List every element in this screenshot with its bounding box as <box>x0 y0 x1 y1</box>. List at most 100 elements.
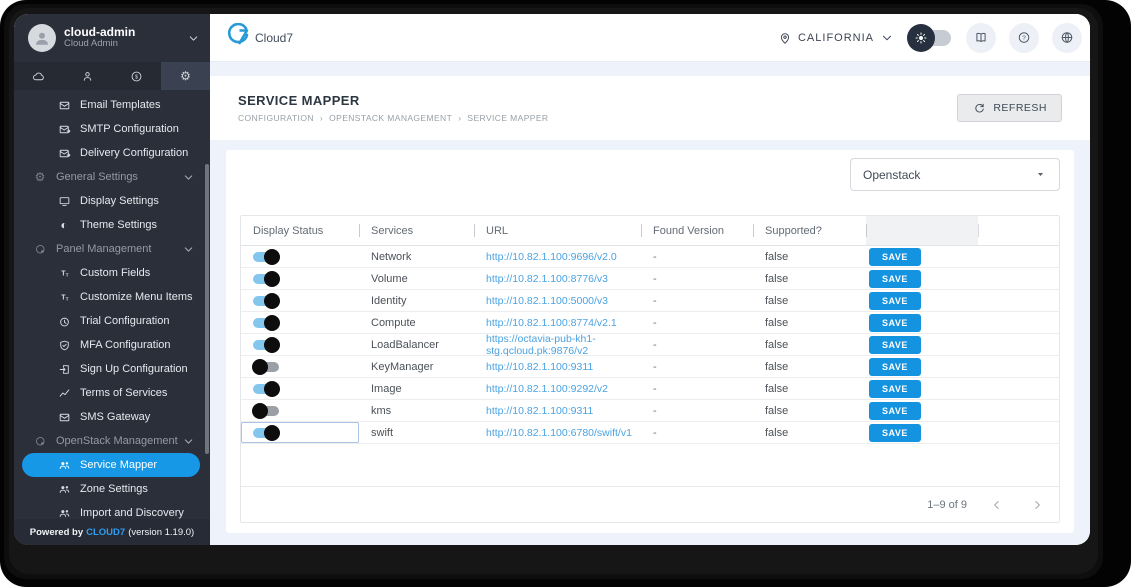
display-status-toggle[interactable] <box>253 424 280 441</box>
display-status-toggle[interactable] <box>253 292 280 309</box>
envelope-icon <box>57 410 71 424</box>
sidebar-item-service-mapper[interactable]: Service Mapper <box>22 453 200 477</box>
save-button[interactable]: SAVE <box>869 313 921 332</box>
sidebar-item-display-settings[interactable]: Display Settings <box>14 189 210 213</box>
sidebar-scrollbar[interactable] <box>205 164 209 454</box>
found-version: - <box>653 382 657 395</box>
service-url-link[interactable]: http://10.82.1.100:9696/v2.0 <box>486 251 617 263</box>
sidebar-item-sign-up-configuration[interactable]: Sign Up Configuration <box>14 357 210 381</box>
book-icon <box>974 31 988 45</box>
service-url-link[interactable]: https://octavia-pub-kh1-stg.qcloud.pk:98… <box>486 333 641 357</box>
sidebar-item-zone-settings[interactable]: Zone Settings <box>14 477 210 501</box>
chevron-left-icon <box>990 498 1004 512</box>
sidebar-item-trial-configuration[interactable]: Trial Configuration <box>14 309 210 333</box>
service-name: Compute <box>371 316 416 329</box>
sidebar-tab-settings[interactable]: ⚙ <box>161 62 210 90</box>
platform-dropdown[interactable]: Openstack <box>850 158 1060 191</box>
footer-brand-link[interactable]: CLOUD7 <box>86 527 125 538</box>
display-status-toggle[interactable] <box>253 380 280 397</box>
supported-value: false <box>765 382 789 395</box>
display-status-cell <box>241 422 359 443</box>
display-status-toggle[interactable] <box>253 314 280 331</box>
display-status-cell <box>241 356 359 377</box>
found-version: - <box>653 338 657 351</box>
service-name: Image <box>371 382 402 395</box>
sidebar-footer: Powered by CLOUD7 (version 1.19.0) <box>14 519 210 545</box>
docs-button[interactable] <box>966 22 996 53</box>
sidebar: cloud-admin Cloud Admin $ ⚙ Email Templat… <box>14 14 210 545</box>
envelope-out-icon <box>57 146 71 160</box>
save-button[interactable]: SAVE <box>869 335 921 354</box>
sidebar-item-general-settings[interactable]: ⚙ General Settings <box>14 165 210 189</box>
svg-text:$: $ <box>135 74 138 80</box>
header-separator <box>978 224 979 237</box>
cloud-icon <box>32 69 46 83</box>
display-status-toggle[interactable] <box>252 358 279 375</box>
service-url-link[interactable]: http://10.82.1.100:8776/v3 <box>486 273 608 285</box>
previous-page-button[interactable] <box>987 495 1007 515</box>
service-url-link[interactable]: http://10.82.1.100:9292/v2 <box>486 383 608 395</box>
save-button[interactable]: SAVE <box>869 291 921 310</box>
display-status-toggle[interactable] <box>253 248 280 265</box>
save-button[interactable]: SAVE <box>869 269 921 288</box>
actions-header-placeholder <box>866 216 978 245</box>
page-title: SERVICE MAPPER <box>238 93 360 108</box>
display-status-cell <box>241 378 359 399</box>
sidebar-item-terms-of-services[interactable]: Terms of Services <box>14 381 210 405</box>
toggle-thumb <box>264 424 280 441</box>
save-button[interactable]: SAVE <box>869 401 921 420</box>
toggle-thumb <box>264 314 280 331</box>
service-url-link[interactable]: http://10.82.1.100:5000/v3 <box>486 295 608 307</box>
dollar-icon: $ <box>130 69 144 83</box>
service-url-link[interactable]: http://10.82.1.100:6780/swift/v1 <box>486 427 632 439</box>
sidebar-user-chip[interactable]: cloud-admin Cloud Admin <box>14 14 210 62</box>
brand-name: Cloud7 <box>255 30 294 45</box>
language-button[interactable] <box>1052 22 1082 53</box>
sidebar-tab-cloud[interactable] <box>14 62 63 90</box>
save-button[interactable]: SAVE <box>869 247 921 266</box>
table-row-swift: swift http://10.82.1.100:6780/swift/v1 - fa… <box>241 422 1059 444</box>
caret-down-icon <box>1033 168 1047 182</box>
envelope-out-icon <box>57 122 71 136</box>
sidebar-item-delivery-configuration[interactable]: Delivery Configuration <box>14 141 210 165</box>
next-page-button[interactable] <box>1027 495 1047 515</box>
toggle-thumb <box>264 248 280 265</box>
globe-icon <box>1060 31 1074 45</box>
refresh-button[interactable]: REFRESH <box>957 94 1062 122</box>
theme-toggle[interactable] <box>907 23 953 52</box>
sidebar-item-custom-fields[interactable]: T T Custom Fields <box>14 261 210 285</box>
sidebar-item-smtp-configuration[interactable]: SMTP Configuration <box>14 117 210 141</box>
sidebar-item-theme-settings[interactable]: ◐ Theme Settings <box>14 213 210 237</box>
breadcrumb: CONFIGURATION › OPENSTACK MANAGEMENT › S… <box>238 113 548 123</box>
service-url-link[interactable]: http://10.82.1.100:8774/v2.1 <box>486 317 617 329</box>
display-status-toggle[interactable] <box>253 336 280 353</box>
region-selector[interactable]: CALIFORNIA <box>778 31 894 45</box>
display-status-toggle[interactable] <box>252 402 279 419</box>
sidebar-item-customize-menu-items[interactable]: T T Customize Menu Items <box>14 285 210 309</box>
table-row-image: Image http://10.82.1.100:9292/v2 - false SAV… <box>241 378 1059 400</box>
service-url-link[interactable]: http://10.82.1.100:9311 <box>486 405 593 417</box>
sidebar-tab-users[interactable] <box>63 62 112 90</box>
page-header: SERVICE MAPPER CONFIGURATION › OPENSTACK… <box>210 76 1090 140</box>
breadcrumb-item[interactable]: CONFIGURATION <box>238 113 314 123</box>
toggle-thumb <box>252 358 268 375</box>
sidebar-item-sms-gateway[interactable]: SMS Gateway <box>14 405 210 429</box>
chevron-down-icon <box>181 242 195 256</box>
display-status-toggle[interactable] <box>253 270 280 287</box>
breadcrumb-item[interactable]: OPENSTACK MANAGEMENT <box>329 113 452 123</box>
sidebar-item-panel-management[interactable]: Panel Management <box>14 237 210 261</box>
service-name: Identity <box>371 294 407 307</box>
service-url-link[interactable]: http://10.82.1.100:9311 <box>486 361 593 373</box>
sidebar-item-openstack-management[interactable]: OpenStack Management <box>14 429 210 453</box>
save-button[interactable]: SAVE <box>869 423 921 442</box>
help-button[interactable]: ? <box>1009 22 1039 53</box>
sidebar-tab-billing[interactable]: $ <box>112 62 161 90</box>
sidebar-item-email-templates[interactable]: Email Templates <box>14 93 210 117</box>
chevron-right-icon <box>1030 498 1044 512</box>
sidebar-item-mfa-configuration[interactable]: MFA Configuration <box>14 333 210 357</box>
save-button[interactable]: SAVE <box>869 379 921 398</box>
brand[interactable]: Cloud7 <box>226 22 294 52</box>
column-header-supported: Supported? <box>753 216 866 245</box>
save-button[interactable]: SAVE <box>869 357 921 376</box>
breadcrumb-item[interactable]: SERVICE MAPPER <box>467 113 548 123</box>
